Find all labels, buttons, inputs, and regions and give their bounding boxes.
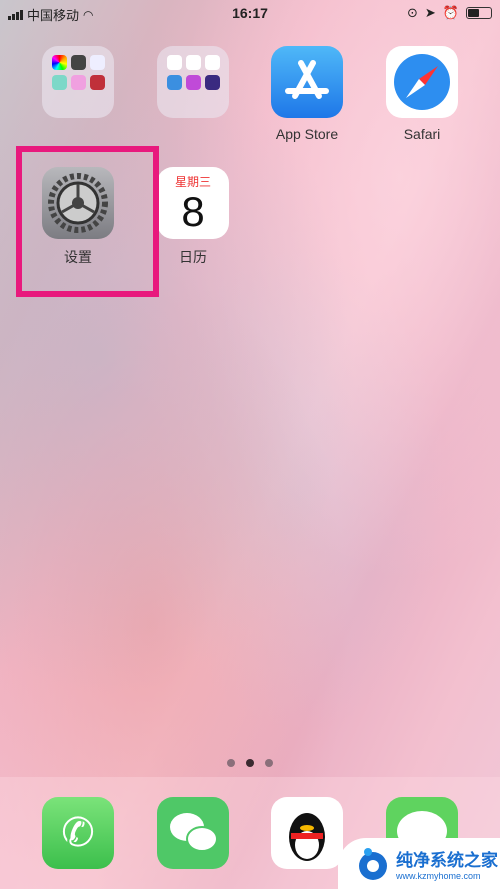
watermark-logo-icon <box>359 847 387 880</box>
app-store[interactable]: App Store <box>271 46 343 142</box>
dock-qq[interactable] <box>271 797 343 869</box>
highlight-box <box>16 146 159 297</box>
status-bar: 中国移动 ◠ 16:17 ⊙ ➤ ⏰ <box>0 0 500 26</box>
calendar-icon: 星期三 8 <box>157 167 229 239</box>
folder-icon <box>42 46 114 118</box>
qq-penguin-icon <box>271 797 343 869</box>
page-indicator[interactable] <box>0 759 500 767</box>
folder-1[interactable] <box>42 46 114 126</box>
safari[interactable]: Safari <box>386 46 458 142</box>
folder-icon <box>157 46 229 118</box>
wechat-icon <box>157 797 229 869</box>
folder-2[interactable] <box>157 46 229 126</box>
phone-icon: ✆ <box>42 797 114 869</box>
alarm-icon: ⏰ <box>442 5 459 20</box>
calendar[interactable]: 星期三 8 日历 <box>157 167 229 267</box>
rotation-lock-icon: ⊙ <box>407 5 418 20</box>
dock-wechat[interactable] <box>157 797 229 869</box>
location-icon: ➤ <box>424 5 436 20</box>
app-store-icon <box>271 46 343 118</box>
dock-phone[interactable]: ✆ <box>42 797 114 869</box>
battery-icon <box>466 7 492 19</box>
watermark: 纯净系统之家 www.kzmyhome.com <box>338 838 500 889</box>
safari-icon <box>386 46 458 118</box>
